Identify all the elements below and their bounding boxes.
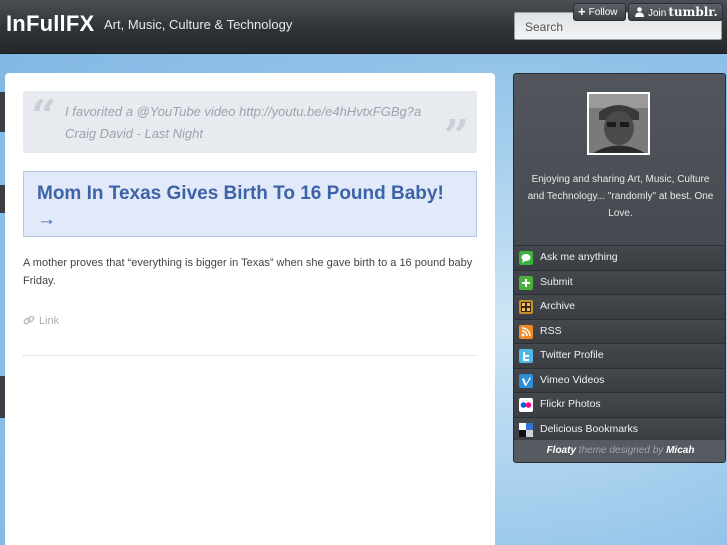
link-post-title[interactable]: Mom In Texas Gives Birth To 16 Pound Bab…	[37, 181, 467, 233]
sidebar-item-label: Ask me anything	[540, 251, 618, 263]
close-quote-icon: ”	[443, 111, 469, 162]
avatar-photo	[589, 94, 648, 153]
top-bar: InFullFX Art, Music, Culture & Technolog…	[0, 0, 727, 54]
sidebar-item-vimeo[interactable]: Vimeo Videos	[514, 367, 725, 392]
sidebar-item-delicious[interactable]: Delicious Bookmarks	[514, 416, 725, 441]
person-icon	[635, 7, 644, 17]
follow-button[interactable]: + Follow	[573, 3, 626, 21]
follow-label: Follow	[588, 7, 618, 18]
sidebar-item-label: Flickr Photos	[540, 398, 601, 410]
open-quote-icon: “	[31, 91, 57, 142]
sidebar: Enjoying and sharing Art, Music, Culture…	[513, 73, 726, 463]
quote-post: “ I favorited a @YouTube video http://yo…	[23, 91, 477, 159]
sidebar-item-label: Submit	[540, 275, 573, 288]
chat-bubble-icon	[519, 251, 533, 265]
theme-credit-text: theme designed by	[578, 445, 664, 456]
sidebar-item-label: RSS	[540, 324, 562, 337]
link-post[interactable]: Mom In Texas Gives Birth To 16 Pound Bab…	[23, 171, 477, 237]
sidebar-item-archive[interactable]: Archive	[514, 294, 725, 319]
sidebar-item-rss[interactable]: RSS	[514, 318, 725, 343]
site-tagline: Art, Music, Culture & Technology	[104, 17, 293, 32]
post-body: A mother proves that “everything is bigg…	[23, 257, 473, 287]
vimeo-icon	[519, 373, 533, 388]
sidebar-item-twitter[interactable]: Twitter Profile	[514, 343, 725, 368]
sidebar-item-label: Twitter Profile	[540, 349, 604, 361]
theme-credit: Floaty theme designed by Micah	[514, 440, 725, 462]
sidebar-menu: Ask me anything Submit Archive RSS Twitt…	[514, 245, 725, 441]
profile-bio: Enjoying and sharing Art, Music, Culture…	[527, 174, 714, 219]
sidebar-item-ask[interactable]: Ask me anything	[514, 245, 725, 270]
theme-name[interactable]: Floaty	[547, 445, 576, 456]
post-column: “ I favorited a @YouTube video http://yo…	[5, 73, 495, 545]
permalink[interactable]: Link	[23, 314, 59, 327]
archive-grid-icon	[519, 300, 533, 314]
sidebar-item-submit[interactable]: Submit	[514, 269, 725, 294]
quote-text: I favorited a @YouTube video http://yout…	[65, 104, 422, 141]
plus-icon: +	[578, 4, 586, 19]
plus-icon	[519, 275, 533, 290]
profile-panel: Enjoying and sharing Art, Music, Culture…	[514, 74, 725, 245]
flickr-icon	[519, 398, 533, 412]
rss-icon	[519, 324, 533, 339]
sidebar-item-label: Delicious Bookmarks	[540, 422, 639, 435]
permalink-label: Link	[39, 315, 60, 327]
sidebar-item-flickr[interactable]: Flickr Photos	[514, 392, 725, 417]
join-tumblr-button[interactable]: Join tumblr.	[628, 3, 723, 21]
site-title[interactable]: InFullFX	[6, 11, 94, 37]
join-label: Join	[648, 8, 667, 19]
avatar[interactable]	[587, 92, 650, 155]
twitter-icon	[519, 349, 533, 363]
post-divider	[23, 355, 477, 356]
search-placeholder: Search	[525, 20, 564, 34]
tumblr-logo: tumblr.	[668, 5, 718, 19]
theme-author[interactable]: Micah	[666, 445, 694, 456]
chain-link-icon	[23, 315, 35, 325]
delicious-icon	[519, 422, 533, 437]
sidebar-item-label: Vimeo Videos	[540, 373, 605, 386]
sidebar-item-label: Archive	[540, 300, 576, 312]
